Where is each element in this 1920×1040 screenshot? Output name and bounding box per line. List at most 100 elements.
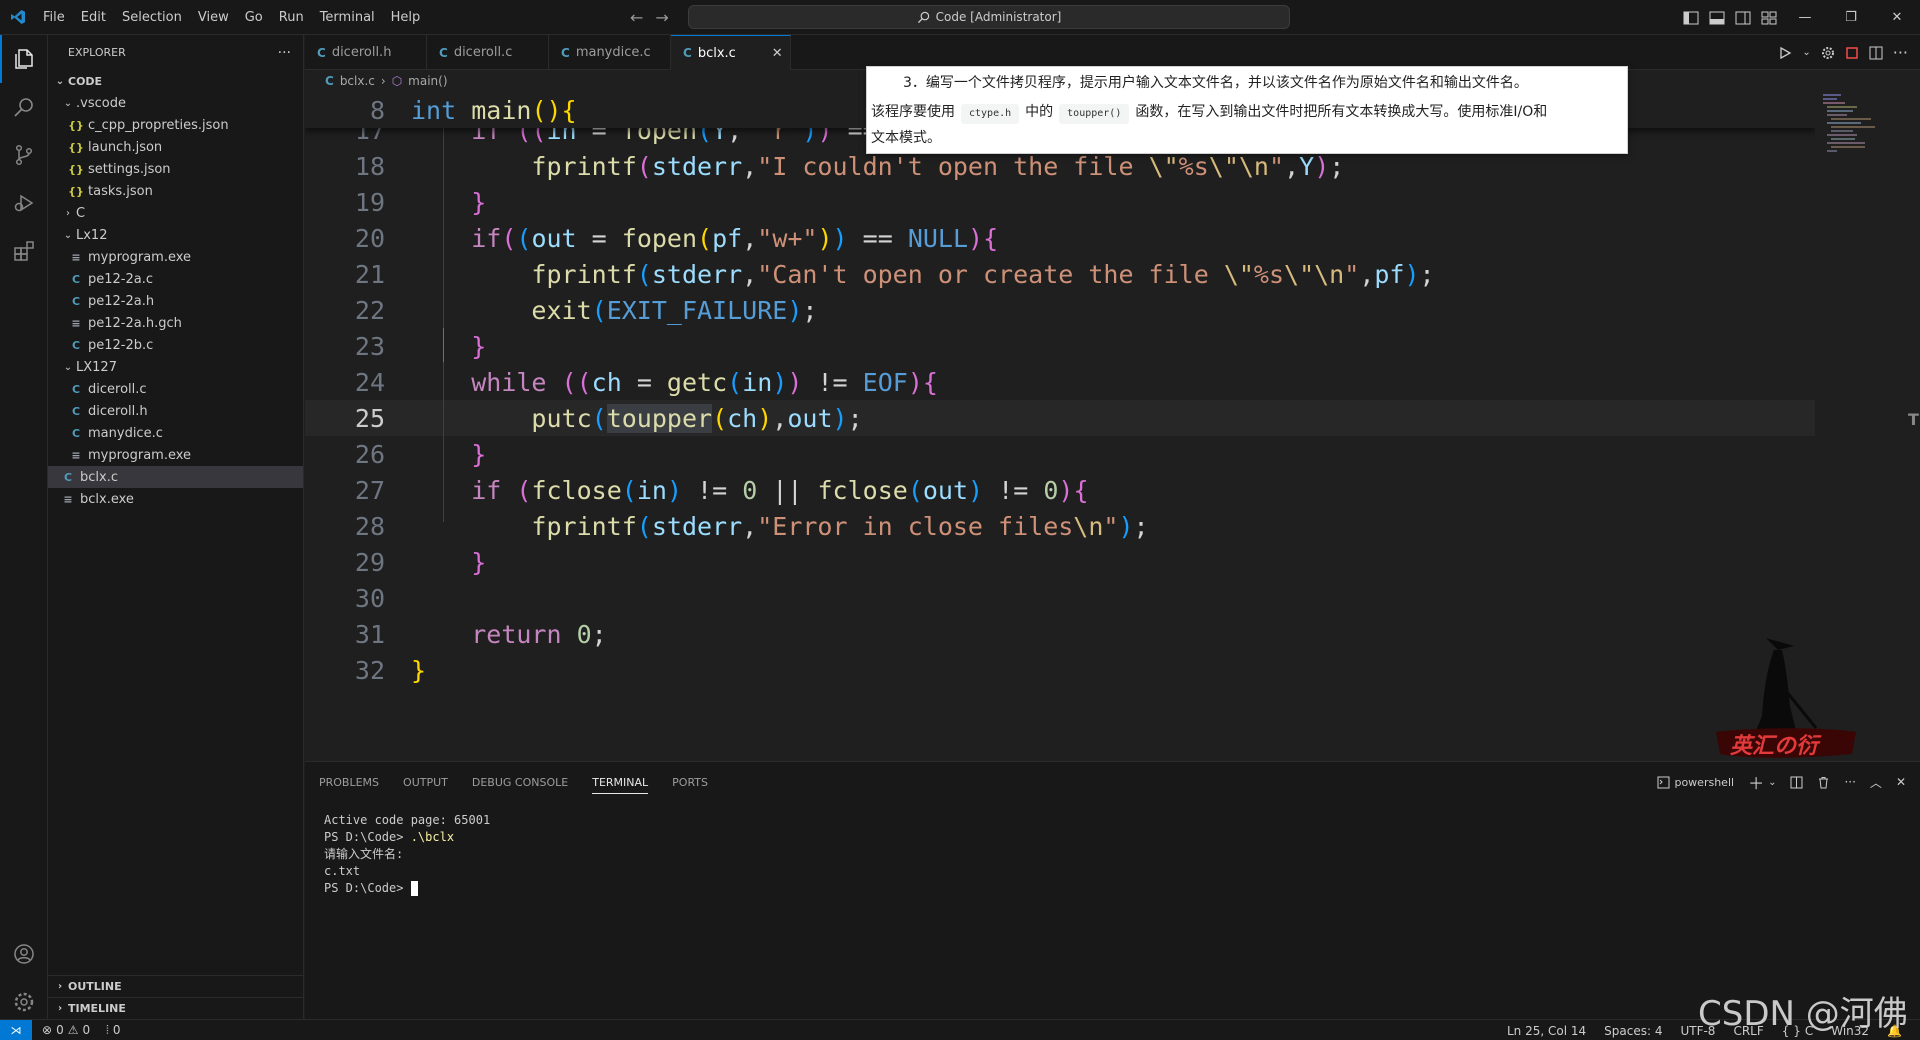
tree-item-diceroll-c[interactable]: Cdiceroll.c [48,378,303,400]
tree-item--vscode[interactable]: ⌄ .vscode [48,92,303,114]
terminal-line: PS D:\Code> .\bclx [324,829,1920,846]
more-actions-icon[interactable]: ··· [1893,43,1908,62]
command-center[interactable]: Code [Administrator] [688,5,1290,29]
close-window-icon[interactable]: ✕ [1874,0,1920,35]
toggle-sidebar-icon[interactable] [1678,0,1704,35]
tree-item-c[interactable]: › C [48,202,303,224]
breadcrumb-file[interactable]: bclx.c [340,74,375,88]
menu-item-terminal[interactable]: Terminal [312,0,383,35]
ports-indicator[interactable]: ⦙ 0 [106,1023,120,1038]
tree-item-pe12-2b-c[interactable]: Cpe12-2b.c [48,334,303,356]
code-editor[interactable]: 8 int main(){17 if ((in = fopen(Y, "r")) … [305,92,1815,760]
code-token: \" [1148,151,1179,181]
more-actions-icon[interactable]: ··· [278,45,291,61]
panel-tab-ports[interactable]: PORTS [672,776,708,789]
tree-item-launch-json[interactable]: {} launch.json [48,136,303,158]
close-tab-icon[interactable]: ✕ [772,46,783,61]
minimize-icon[interactable]: — [1782,0,1828,35]
code-token: { [1073,475,1089,505]
panel-tab-debug-console[interactable]: DEBUG CONSOLE [472,776,568,789]
stop-icon[interactable] [1845,46,1859,60]
menu-item-help[interactable]: Help [383,0,429,35]
cursor-position[interactable]: Ln 25, Col 14 [1507,1024,1586,1038]
run-file-icon[interactable] [1778,46,1792,60]
menu-item-selection[interactable]: Selection [114,0,190,35]
panel-tab-output[interactable]: OUTPUT [403,776,448,789]
tree-item-c-cpp-propreties-json[interactable]: {} c_cpp_propreties.json [48,114,303,136]
source-control-icon[interactable] [0,131,48,179]
tree-item-lx127[interactable]: ⌄ LX127 [48,356,303,378]
editor-scrollbar[interactable]: T [1905,92,1920,760]
tab-manydice-c[interactable]: Cmanydice.c [549,35,671,70]
chevron-down-icon: ⌄ [63,361,73,373]
tree-item-bclx-c[interactable]: Cbclx.c [48,466,303,488]
timeline-section[interactable]: › TIMELINE [48,997,304,1019]
tab-bclx-c[interactable]: Cbclx.c ✕ [671,35,791,70]
panel-tab-terminal[interactable]: TERMINAL [592,771,649,794]
trash-icon[interactable] [1817,776,1830,789]
settings-gear-icon[interactable] [1821,46,1835,60]
code-token: = [621,367,667,397]
tree-item-tasks-json[interactable]: {} tasks.json [48,180,303,202]
new-terminal-icon[interactable]: ＋ [1748,770,1764,794]
outline-section[interactable]: › OUTLINE [48,975,304,997]
code-token: in [742,367,773,397]
customize-layout-icon[interactable] [1756,0,1782,35]
problems-indicator[interactable]: ⊗ 0 ⚠ 0 [42,1023,90,1037]
menu-item-run[interactable]: Run [271,0,312,35]
close-panel-icon[interactable]: ✕ [1896,775,1906,789]
remote-indicator-icon[interactable]: ⋊ [0,1019,32,1040]
run-debug-icon[interactable] [0,179,48,227]
terminal-cursor [410,881,418,896]
tree-item-manydice-c[interactable]: Cmanydice.c [48,422,303,444]
maximize-panel-icon[interactable]: ︿ [1870,774,1882,791]
workspace-root[interactable]: ⌄ CODE [48,70,303,92]
terminal-shell-name[interactable]: powershell [1674,776,1734,789]
terminal-output[interactable]: Active code page: 65001 PS D:\Code> .\bcl… [305,802,1920,897]
menu-item-go[interactable]: Go [237,0,271,35]
breadcrumb-symbol[interactable]: main() [408,74,447,88]
panel-tab-problems[interactable]: PROBLEMS [319,776,379,789]
tab-diceroll-c[interactable]: Cdiceroll.c [427,35,549,70]
tree-item-myprogram-exe[interactable]: ≡ myprogram.exe [48,246,303,268]
tab-diceroll-h[interactable]: Cdiceroll.h [305,35,427,70]
tree-item-pe12-2a-c[interactable]: Cpe12-2a.c [48,268,303,290]
extensions-icon[interactable] [0,227,48,275]
tree-item-lx12[interactable]: ⌄ Lx12 [48,224,303,246]
tree-item-pe12-2a-h-gch[interactable]: ≡ pe12-2a.h.gch [48,312,303,334]
restore-icon[interactable]: ❐ [1828,0,1874,35]
menu-item-file[interactable]: File [35,0,73,35]
forward-arrow-icon[interactable]: → [655,8,668,27]
tree-item-pe12-2a-h[interactable]: Cpe12-2a.h [48,290,303,312]
code-line: 20 if((out = fopen(pf,"w+")) == NULL){ [305,220,1815,256]
line-number: 24 [354,367,385,397]
menu-item-view[interactable]: View [190,0,237,35]
back-arrow-icon[interactable]: ← [630,8,643,27]
decorative-logo-art: 英汇の衍 [1716,636,1856,764]
code-line: 29 } [305,544,1815,580]
explorer-icon[interactable] [0,35,48,83]
code-token: } [471,547,487,577]
split-editor-icon[interactable] [1869,46,1883,60]
search-view-icon[interactable] [0,83,48,131]
chevron-down-icon[interactable]: ⌄ [1802,47,1810,58]
vscode-logo-icon[interactable] [0,0,35,35]
code-token: != [802,367,863,397]
split-terminal-icon[interactable] [1790,776,1803,789]
tree-item-settings-json[interactable]: {} settings.json [48,158,303,180]
explorer-title: EXPLORER [68,46,126,59]
chevron-down-icon[interactable]: ⌄ [1768,777,1776,788]
tree-item-myprogram-exe[interactable]: ≡ myprogram.exe [48,444,303,466]
toggle-secondary-sidebar-icon[interactable] [1730,0,1756,35]
menu-item-edit[interactable]: Edit [73,0,114,35]
tree-item-diceroll-h[interactable]: Cdiceroll.h [48,400,303,422]
accounts-icon[interactable] [0,930,48,978]
tree-item-label: myprogram.exe [88,447,192,463]
indentation[interactable]: Spaces: 4 [1604,1024,1662,1038]
tree-item-bclx-exe[interactable]: ≡ bclx.exe [48,488,303,510]
toggle-panel-icon[interactable] [1704,0,1730,35]
tree-item-label: launch.json [88,139,163,155]
more-actions-icon[interactable]: ··· [1844,775,1855,789]
tree-item-label: manydice.c [88,425,163,441]
